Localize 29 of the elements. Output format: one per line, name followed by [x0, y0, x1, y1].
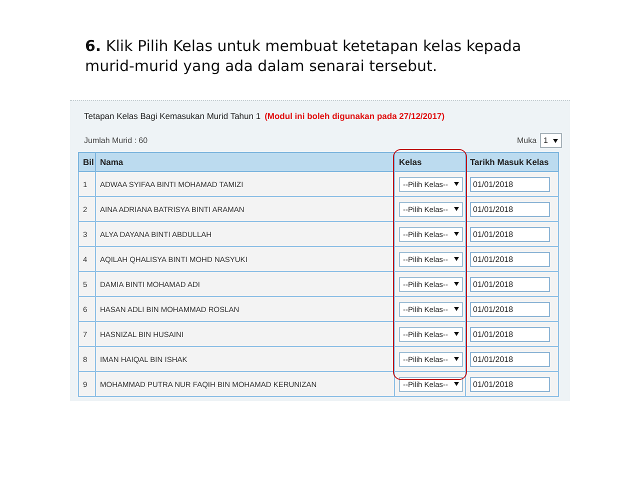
caret-icon — [454, 182, 459, 186]
date-field[interactable]: 01/01/2018 — [470, 252, 550, 266]
column-header: Tarikh Masuk Kelas — [466, 152, 558, 172]
panel-title: Tetapan Kelas Bagi Kemasukan Murid Tahun 1 — [84, 111, 261, 121]
column-header: Kelas — [394, 152, 466, 172]
date-field[interactable]: 01/01/2018 — [470, 302, 550, 316]
caret-icon — [454, 207, 459, 211]
caret-icon — [454, 232, 459, 236]
notice-text: (Modul ini boleh digunakan pada 27/12/2017) — [264, 111, 445, 121]
caret-icon — [454, 307, 459, 311]
date-field[interactable]: 01/01/2018 — [470, 226, 550, 242]
date-field[interactable]: 01/01/2018 — [470, 352, 550, 366]
instruction-text: 6. Klik Pilih Kelas untuk membuat ketetapan kelas kepada murid-murid yang ada dalam senarai tersebut. — [85, 36, 522, 76]
student-count: Jumlah Murid : 60 — [84, 136, 148, 145]
caret-icon — [454, 282, 459, 286]
page-dropdown[interactable]: 1 — [540, 133, 562, 148]
caret-icon — [454, 332, 459, 336]
date-field[interactable]: 01/01/2018 — [470, 202, 550, 216]
date-field[interactable]: 01/01/2018 — [470, 276, 550, 292]
date-field[interactable]: 01/01/2018 — [470, 176, 550, 192]
date-field[interactable]: 01/01/2018 — [470, 376, 550, 392]
caret-icon — [454, 257, 459, 261]
column-header: Nama — [96, 152, 394, 172]
caret-icon — [553, 138, 558, 142]
caret-icon — [454, 357, 459, 361]
page-label: Muka — [516, 136, 537, 145]
column-header: Bil — [78, 152, 96, 172]
date-field[interactable]: 01/01/2018 — [470, 326, 550, 342]
caret-icon — [454, 382, 459, 386]
